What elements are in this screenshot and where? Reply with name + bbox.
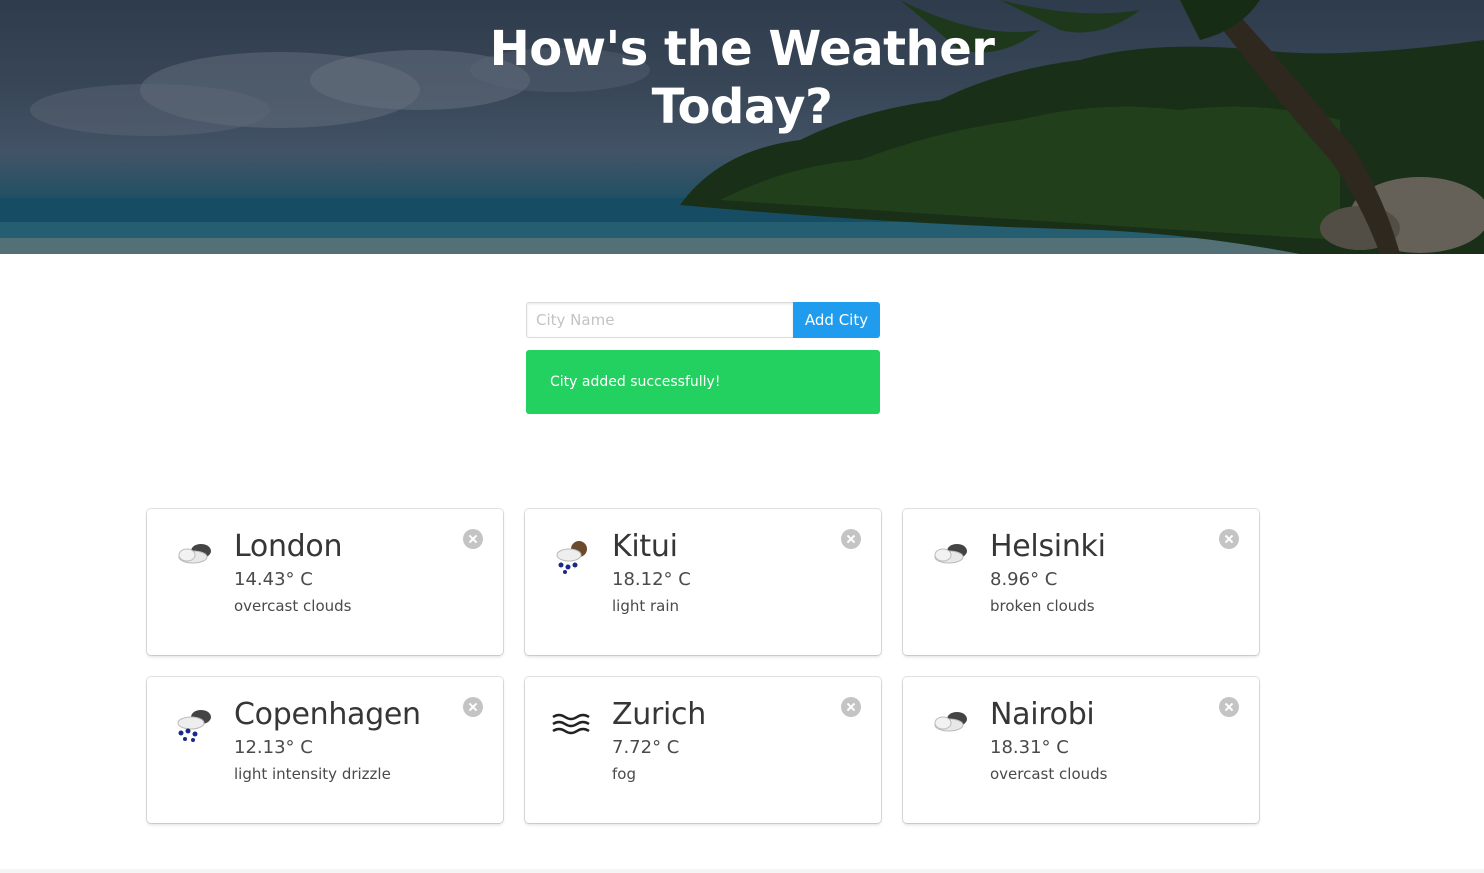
city-cards-grid: London 14.43° C overcast clouds Kitui 18…: [147, 509, 1259, 823]
weather-description: light rain: [612, 597, 680, 615]
delete-city-button[interactable]: [841, 529, 861, 549]
city-card-nairobi: Nairobi 18.31° C overcast clouds: [903, 677, 1259, 823]
add-city-form: Add City City added successfully!: [526, 302, 880, 414]
city-temperature: 18.31° C: [990, 737, 1069, 758]
city-name: Copenhagen: [234, 697, 421, 732]
page-title: How's the Weather Today?: [0, 20, 1484, 136]
city-temperature: 8.96° C: [990, 569, 1058, 590]
city-name: Kitui: [612, 529, 678, 564]
weather-description: broken clouds: [990, 597, 1095, 615]
light-rain-icon: [556, 541, 587, 574]
broken-clouds-icon: [934, 544, 967, 564]
city-temperature: 18.12° C: [612, 569, 691, 590]
add-city-button[interactable]: Add City: [793, 302, 880, 338]
weather-description: light intensity drizzle: [234, 765, 391, 783]
city-name: Helsinki: [990, 529, 1106, 564]
weather-description: fog: [612, 765, 636, 783]
overcast-clouds-icon: [934, 712, 967, 732]
success-notification: City added successfully!: [526, 350, 880, 414]
delete-city-button[interactable]: [463, 697, 483, 717]
delete-city-button[interactable]: [1219, 697, 1239, 717]
drizzle-icon: [177, 710, 211, 742]
fog-icon: [552, 713, 590, 735]
city-card-copenhagen: Copenhagen 12.13° C light intensity driz…: [147, 677, 503, 823]
weather-description: overcast clouds: [234, 597, 352, 615]
city-temperature: 12.13° C: [234, 737, 313, 758]
city-card-london: London 14.43° C overcast clouds: [147, 509, 503, 655]
city-name: Nairobi: [990, 697, 1095, 732]
city-card-kitui: Kitui 18.12° C light rain: [525, 509, 881, 655]
weather-description: overcast clouds: [990, 765, 1108, 783]
delete-city-button[interactable]: [1219, 529, 1239, 549]
page-title-line-1: How's the Weather: [489, 21, 995, 77]
city-name: Zurich: [612, 697, 706, 732]
page-title-line-2: Today?: [651, 79, 833, 135]
city-temperature: 14.43° C: [234, 569, 313, 590]
delete-city-button[interactable]: [463, 529, 483, 549]
city-name: London: [234, 529, 343, 564]
overcast-clouds-icon: [178, 544, 211, 564]
notification-message: City added successfully!: [550, 374, 721, 390]
city-card-helsinki: Helsinki 8.96° C broken clouds: [903, 509, 1259, 655]
hero-banner: How's the Weather Today?: [0, 0, 1484, 254]
city-temperature: 7.72° C: [612, 737, 680, 758]
city-name-input[interactable]: [526, 302, 793, 338]
footer-divider: [0, 869, 1484, 873]
add-city-field: Add City: [526, 302, 880, 338]
city-card-zurich: Zurich 7.72° C fog: [525, 677, 881, 823]
delete-city-button[interactable]: [841, 697, 861, 717]
